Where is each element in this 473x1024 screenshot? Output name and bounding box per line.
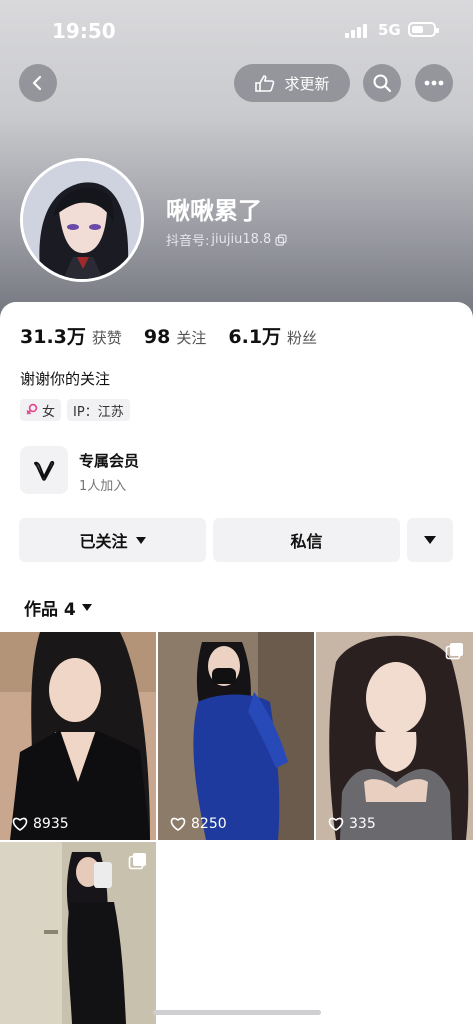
gender-label: 女 [42, 404, 56, 420]
like-count-value: 8935 [33, 816, 69, 832]
avatar-illustration [23, 161, 141, 279]
video-thumbnail-image [316, 632, 473, 840]
profile-id-value: jiujiu18.8 [211, 232, 272, 247]
profile-tags: 女 IP：江苏 [20, 399, 136, 421]
followed-button[interactable]: 已关注 [19, 518, 206, 562]
ip-location-tag: IP：江苏 [67, 399, 130, 421]
message-button[interactable]: 私信 [213, 518, 400, 562]
membership-title: 专属会员 [79, 452, 140, 470]
followers-label[interactable]: 粉丝 [287, 327, 317, 348]
copy-icon[interactable] [275, 233, 287, 246]
ip-location-label: IP：江苏 [73, 404, 124, 420]
video-thumbnail[interactable] [0, 842, 156, 1024]
likes-count: 31.3万 [20, 326, 86, 348]
like-count-value: 8250 [191, 816, 227, 832]
video-thumbnail[interactable]: 8250 [158, 632, 314, 840]
following-count[interactable]: 98 [144, 326, 170, 348]
heart-icon [170, 817, 186, 831]
more-button[interactable] [415, 64, 453, 102]
following-label[interactable]: 关注 [176, 327, 206, 348]
more-dots-icon [424, 80, 444, 86]
heart-icon [328, 817, 344, 831]
search-icon [373, 74, 392, 93]
profile-id[interactable]: 抖音号: jiujiu18.8 [166, 230, 287, 249]
gender-tag: 女 [20, 399, 62, 421]
battery-level [412, 26, 423, 33]
likes-label: 获赞 [91, 329, 122, 347]
signal-icon [345, 24, 371, 38]
video-thumbnail[interactable]: 8935 [0, 632, 156, 840]
female-icon [26, 403, 38, 417]
status-bar: 19:50 5G [0, 0, 473, 60]
membership-subtitle: 1人加入 [79, 479, 127, 494]
avatar[interactable] [20, 158, 144, 282]
profile-id-label: 抖音号: [166, 234, 210, 249]
followers-count[interactable]: 6.1万 [228, 322, 281, 349]
back-arrow-icon [32, 75, 42, 91]
pointing-hand-icon [254, 73, 276, 93]
caret-down-icon [81, 604, 92, 611]
request-update-button[interactable]: 求更新 [234, 64, 350, 102]
search-button[interactable] [363, 64, 401, 102]
caret-down-icon [135, 536, 146, 544]
profile-stats: 31.3万 获赞 98 关注 6.1万 粉丝 [20, 322, 339, 349]
like-count: 8250 [170, 816, 227, 832]
profile-name: 啾啾累了 [166, 197, 262, 225]
video-thumbnail-image [158, 632, 314, 840]
battery-icon [408, 22, 439, 37]
like-count: 8935 [12, 816, 69, 832]
back-button[interactable] [19, 64, 57, 102]
followed-label: 已关注 [79, 532, 128, 551]
caret-down-icon [424, 536, 436, 544]
membership-entry[interactable]: 专属会员 1人加入 [20, 446, 320, 496]
more-actions-button[interactable] [407, 518, 453, 562]
profile-bio: 谢谢你的关注 [20, 370, 111, 388]
multi-image-icon [128, 852, 148, 870]
home-indicator [153, 1010, 321, 1015]
video-thumbnail[interactable]: 335 [316, 632, 473, 840]
network-type: 5G [378, 21, 401, 39]
v-logo-icon [20, 446, 68, 494]
multi-image-icon [445, 642, 465, 660]
message-label: 私信 [290, 532, 323, 551]
request-update-label: 求更新 [284, 74, 330, 93]
works-label: 作品 4 [24, 600, 76, 620]
like-count: 335 [328, 816, 376, 832]
status-time: 19:50 [52, 19, 116, 43]
like-count-value: 335 [349, 816, 376, 832]
heart-icon [12, 817, 28, 831]
works-tab[interactable]: 作品 4 [24, 595, 92, 620]
video-thumbnail-image [0, 632, 156, 840]
